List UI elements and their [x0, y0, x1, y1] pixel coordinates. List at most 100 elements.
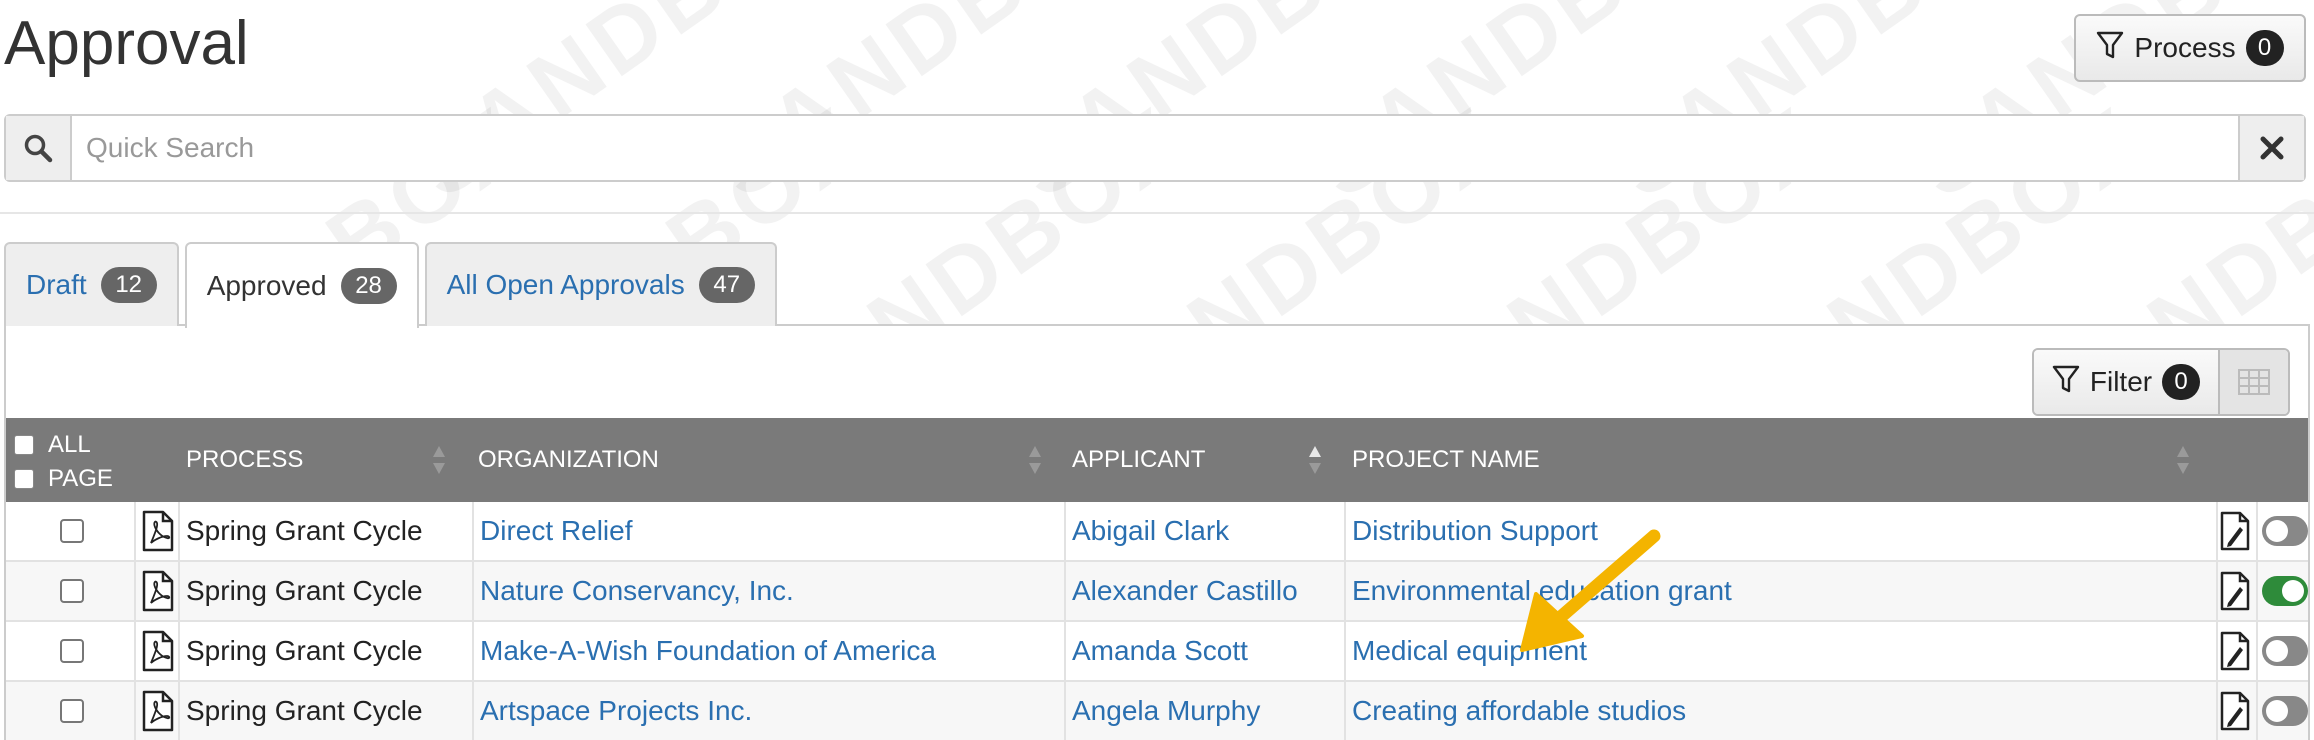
- filter-button[interactable]: Filter 0: [2034, 350, 2220, 414]
- section-divider: [0, 212, 2314, 214]
- quick-search-bar: [4, 114, 2306, 182]
- watermark-text: SANDBOX: [1295, 0, 1766, 218]
- sort-icon[interactable]: [2176, 444, 2190, 476]
- pdf-file-icon[interactable]: [142, 502, 174, 560]
- row-checkbox-cell: [60, 622, 84, 680]
- sort-icon[interactable]: [432, 444, 446, 476]
- column-divider: [1064, 622, 1066, 680]
- row-applicant-link[interactable]: Angela Murphy: [1072, 682, 1260, 740]
- watermark-text: SANDBOX: [1595, 0, 2066, 218]
- row-checkbox[interactable]: [60, 579, 84, 603]
- column-divider: [1064, 682, 1066, 740]
- toggle-switch[interactable]: [2262, 636, 2308, 666]
- edit-document-icon[interactable]: [2220, 682, 2250, 740]
- select-all-label: ALL: [48, 431, 91, 458]
- column-divider: [134, 682, 136, 740]
- column-divider: [1344, 502, 1346, 560]
- column-divider: [2216, 622, 2218, 680]
- row-checkbox[interactable]: [60, 639, 84, 663]
- column-header-organization[interactable]: ORGANIZATION: [478, 418, 659, 502]
- column-divider: [2216, 682, 2218, 740]
- column-divider: [472, 622, 474, 680]
- column-divider: [472, 562, 474, 620]
- column-header-process[interactable]: PROCESS: [186, 418, 303, 502]
- column-divider: [178, 622, 180, 680]
- edit-document-icon[interactable]: [2220, 622, 2250, 680]
- table-header: ALL PAGE PROCESS ORGANIZATION APPLICANT …: [6, 418, 2308, 502]
- close-icon[interactable]: [2238, 116, 2304, 180]
- filter-toolbar: Filter 0: [2032, 348, 2290, 416]
- row-organization-link[interactable]: Direct Relief: [480, 502, 632, 560]
- row-organization-link[interactable]: Artspace Projects Inc.: [480, 682, 752, 740]
- row-organization-link[interactable]: Make-A-Wish Foundation of America: [480, 622, 936, 680]
- column-divider: [1344, 622, 1346, 680]
- table-row: Spring Grant Cycle Artspace Projects Inc…: [6, 682, 2308, 740]
- filter-count-badge: 0: [2162, 364, 2201, 400]
- row-checkbox[interactable]: [60, 519, 84, 543]
- column-divider: [1064, 562, 1066, 620]
- row-checkbox[interactable]: [60, 699, 84, 723]
- filter-label: Filter: [2089, 366, 2153, 397]
- tab-label: Approved: [206, 270, 327, 301]
- row-organization-link[interactable]: Nature Conservancy, Inc.: [480, 562, 794, 620]
- tab-count-badge: 47: [698, 267, 755, 303]
- process-button[interactable]: Process 0: [2074, 14, 2306, 82]
- column-divider: [2216, 502, 2218, 560]
- tab-draft[interactable]: Draft 12: [4, 242, 179, 326]
- row-applicant-link[interactable]: Abigail Clark: [1072, 502, 1229, 560]
- select-page-control[interactable]: PAGE: [14, 462, 124, 496]
- select-controls: ALL PAGE: [14, 428, 124, 496]
- tab-all-open-approvals[interactable]: All Open Approvals 47: [424, 242, 777, 326]
- pdf-file-icon[interactable]: [142, 622, 174, 680]
- watermark-text: SANDBOX: [995, 0, 1466, 218]
- approvals-panel: Filter 0 ALL PAGE PROCESS ORGANIZATION A…: [4, 324, 2310, 740]
- pdf-file-icon[interactable]: [142, 562, 174, 620]
- column-divider: [472, 682, 474, 740]
- filter-icon: [2096, 30, 2124, 67]
- status-toggle[interactable]: [2262, 502, 2308, 560]
- grid-icon[interactable]: [2220, 350, 2288, 414]
- row-applicant-link[interactable]: Amanda Scott: [1072, 622, 1248, 680]
- row-checkbox-cell: [60, 502, 84, 560]
- row-process: Spring Grant Cycle: [186, 695, 423, 726]
- row-applicant-link[interactable]: Alexander Castillo: [1072, 562, 1298, 620]
- column-divider: [134, 502, 136, 560]
- watermark-text: SANDBOX: [395, 0, 866, 218]
- toggle-switch[interactable]: [2262, 516, 2308, 546]
- tab-label: All Open Approvals: [446, 269, 685, 300]
- status-toggle[interactable]: [2262, 562, 2308, 620]
- search-input[interactable]: [72, 116, 2238, 180]
- column-header-project-name[interactable]: PROJECT NAME: [1352, 418, 1540, 502]
- filter-icon: [2052, 364, 2080, 401]
- row-checkbox-cell: [60, 562, 84, 620]
- page-title: Approval: [4, 9, 249, 78]
- status-toggle[interactable]: [2262, 622, 2308, 680]
- toggle-switch[interactable]: [2262, 696, 2308, 726]
- row-process: Spring Grant Cycle: [186, 635, 423, 666]
- column-divider: [178, 682, 180, 740]
- approval-tabs: Draft 12 Approved 28 All Open Approvals …: [4, 242, 777, 328]
- edit-document-icon[interactable]: [2220, 502, 2250, 560]
- row-process: Spring Grant Cycle: [186, 515, 423, 546]
- tab-approved[interactable]: Approved 28: [184, 242, 419, 328]
- column-divider: [134, 562, 136, 620]
- column-divider: [2216, 562, 2218, 620]
- select-all-control[interactable]: ALL: [14, 428, 124, 462]
- search-icon[interactable]: [6, 116, 72, 180]
- select-page-checkbox[interactable]: [14, 469, 34, 489]
- watermark-text: SANDBOX: [695, 0, 1166, 218]
- select-all-checkbox[interactable]: [14, 435, 34, 455]
- pdf-file-icon[interactable]: [142, 682, 174, 740]
- arrow-annotation: [1520, 529, 1661, 652]
- edit-document-icon[interactable]: [2220, 562, 2250, 620]
- toggle-switch[interactable]: [2262, 576, 2308, 606]
- sort-icon[interactable]: [1028, 444, 1042, 476]
- sort-ascending-icon[interactable]: [1308, 444, 1322, 476]
- tab-label: Draft: [26, 269, 87, 300]
- row-project-link[interactable]: Creating affordable studios: [1352, 682, 1686, 740]
- column-divider: [472, 502, 474, 560]
- status-toggle[interactable]: [2262, 682, 2308, 740]
- column-header-applicant[interactable]: APPLICANT: [1072, 418, 1205, 502]
- row-checkbox-cell: [60, 682, 84, 740]
- process-count-badge: 0: [2245, 30, 2284, 66]
